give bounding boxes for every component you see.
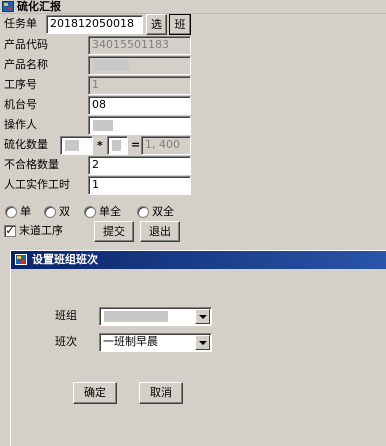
machine-input[interactable]: 08 [88, 96, 191, 115]
multiply-sign: * [97, 139, 103, 152]
redacted-value [93, 60, 129, 71]
product-code-label: 产品代码 [4, 38, 48, 51]
task-label: 任务单 [4, 17, 37, 30]
submit-button[interactable]: 提交 [94, 221, 134, 242]
app-icon [2, 1, 14, 12]
radio-double[interactable] [44, 206, 56, 218]
task-input[interactable]: 201812050018 [46, 15, 143, 34]
last-process-label: 末道工序 [19, 224, 63, 237]
operator-input[interactable] [88, 116, 191, 135]
defect-qty-label: 不合格数量 [4, 158, 59, 171]
last-process-checkbox[interactable]: ✓ [4, 225, 16, 237]
team-select[interactable] [99, 307, 212, 326]
select-task-button[interactable]: 选 [146, 14, 167, 35]
product-name-label: 产品名称 [4, 58, 48, 71]
vulc-qty-total-field: 1, 400 [141, 136, 191, 155]
radio-double-label: 双 [59, 205, 70, 218]
redacted-value [104, 311, 168, 322]
dialog-app-icon [15, 254, 27, 265]
redacted-value [112, 140, 121, 151]
window-title: 硫化汇报 [17, 0, 61, 13]
cancel-button[interactable]: 取消 [139, 382, 183, 404]
exit-button[interactable]: 退出 [140, 221, 180, 242]
vulc-qty-label: 硫化数量 [4, 138, 48, 151]
process-label: 工序号 [4, 78, 37, 91]
window-title-bar: 硫化汇报 [0, 0, 386, 14]
product-name-field [88, 56, 191, 75]
product-code-field: 34015501183 [88, 36, 191, 55]
ok-button[interactable]: 确定 [73, 382, 117, 404]
chevron-down-icon[interactable] [195, 335, 210, 350]
labor-hours-label: 人工实作工时 [4, 178, 70, 191]
equals-sign: = [131, 138, 141, 151]
redacted-value [65, 140, 79, 151]
shift-button[interactable]: 班 [169, 14, 191, 35]
shift-setting-dialog: 设置班组班次 班组 班次 一班制早晨 确定 取消 [10, 250, 386, 446]
chevron-down-icon[interactable] [195, 309, 210, 324]
defect-qty-input[interactable]: 2 [88, 156, 191, 175]
dialog-title-bar: 设置班组班次 [11, 251, 386, 269]
labor-hours-input[interactable]: 1 [88, 176, 191, 195]
dialog-title: 设置班组班次 [32, 253, 98, 266]
radio-single-full[interactable] [84, 206, 96, 218]
radio-single-label: 单 [20, 205, 31, 218]
vulc-qty-a-input[interactable] [60, 136, 93, 155]
redacted-value [93, 120, 113, 131]
radio-double-full-label: 双全 [152, 205, 174, 218]
radio-single-full-label: 单全 [99, 205, 121, 218]
machine-label: 机台号 [4, 98, 37, 111]
vulc-qty-b-input[interactable] [107, 136, 128, 155]
radio-double-full[interactable] [137, 206, 149, 218]
radio-single[interactable] [5, 206, 17, 218]
operator-label: 操作人 [4, 118, 37, 131]
process-field: 1 [88, 76, 191, 95]
shift-select[interactable]: 一班制早晨 [99, 333, 212, 352]
shift-label: 班次 [55, 335, 77, 348]
team-label: 班组 [55, 309, 77, 322]
